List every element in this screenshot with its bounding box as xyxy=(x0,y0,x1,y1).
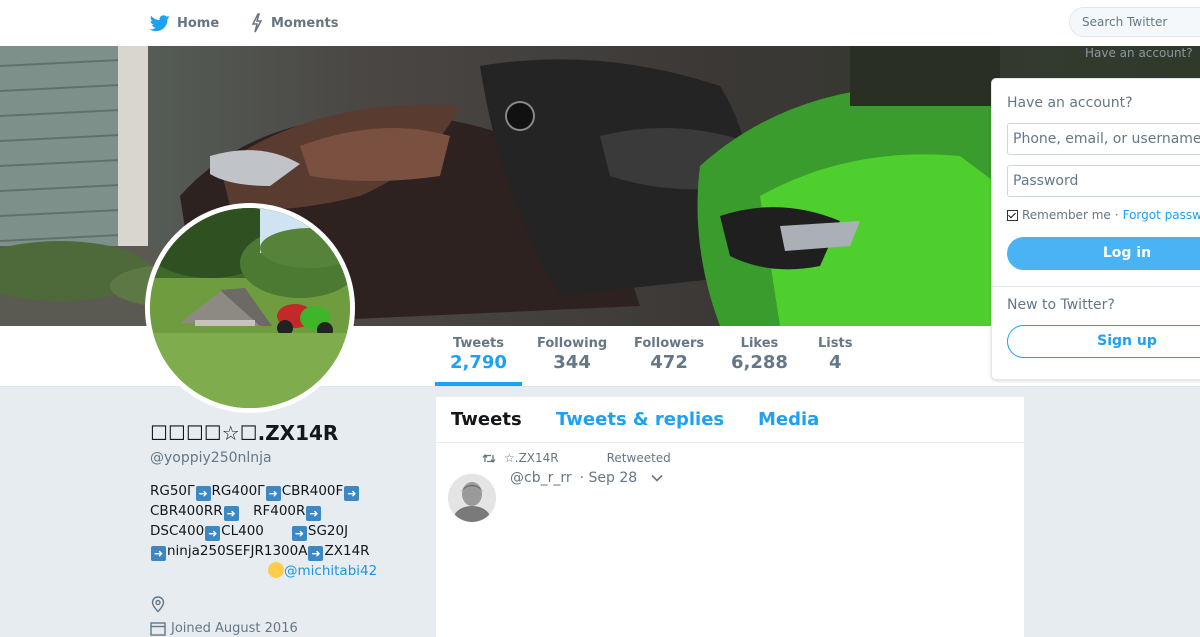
stat-label: Tweets xyxy=(452,336,504,351)
remember-row: Remember me · Forgot password? xyxy=(1007,208,1200,222)
retweet-context: ☆.ZX14R Retweeted xyxy=(482,451,671,465)
tweet-author-handle[interactable]: @cb_r_rr xyxy=(510,470,572,486)
stat-likes[interactable]: Likes 6,288 xyxy=(731,336,788,373)
stat-value: 4 xyxy=(828,352,842,373)
arrow-right-emoji-icon: ➜ xyxy=(151,546,166,561)
phone-email-username-field[interactable]: Phone, email, or username xyxy=(1007,123,1200,155)
arrow-right-emoji-icon: ➜ xyxy=(205,526,221,541)
top-navigation-bar: Home Moments Search Twitter xyxy=(0,0,1200,47)
bio-line: RG50Γ ➜ RG400Γ ➜ CBR400F ➜ xyxy=(150,481,390,501)
stat-lists[interactable]: Lists 4 xyxy=(818,336,852,373)
stat-label: Likes xyxy=(740,336,779,351)
sweat-smile-emoji-icon xyxy=(268,562,284,578)
bio-text: ninja250SEFJR1300A xyxy=(167,543,308,559)
retweeted-by[interactable]: ☆.ZX14R xyxy=(504,451,559,465)
divider xyxy=(992,286,1200,287)
bio-text: DSC400 xyxy=(150,523,205,539)
sign-up-button[interactable]: Sign up xyxy=(1007,325,1200,358)
stat-tweets[interactable]: Tweets 2,790 xyxy=(450,336,507,373)
login-dropdown: Have an account? Phone, email, or userna… xyxy=(991,78,1200,380)
bio-mention-link[interactable]: @michitabi42 xyxy=(284,563,377,579)
arrow-right-emoji-icon: ➜ xyxy=(308,546,324,561)
arrow-right-emoji-icon: ➜ xyxy=(291,526,307,541)
bio-text: CL400 xyxy=(221,523,291,539)
profile-name[interactable]: ☐☐☐☐☆☐.ZX14R xyxy=(150,421,338,445)
chevron-down-icon[interactable] xyxy=(651,470,663,486)
profile-bio: RG50Γ ➜ RG400Γ ➜ CBR400F ➜ CBR400RR ➜ RF400R ➜ … xyxy=(150,481,390,581)
forgot-password-link[interactable]: Forgot password? xyxy=(1123,208,1200,222)
active-stat-underline xyxy=(435,382,522,386)
stat-followers[interactable]: Followers 472 xyxy=(634,336,704,373)
bio-text: CBR400F xyxy=(281,483,344,499)
stat-value: 2,790 xyxy=(450,352,507,373)
retweet-icon xyxy=(482,453,496,463)
stat-label: Following xyxy=(537,336,608,351)
remember-me-label[interactable]: Remember me xyxy=(1022,208,1111,222)
retweeted-label: Retweeted xyxy=(606,451,671,465)
login-title: Have an account? xyxy=(1007,95,1133,111)
bio-text: RG50Γ xyxy=(150,483,195,499)
stat-label: Followers xyxy=(634,336,705,351)
arrow-right-emoji-icon: ➜ xyxy=(265,486,281,501)
stat-value: 344 xyxy=(553,352,591,373)
password-placeholder: Password xyxy=(1013,173,1079,189)
bio-text: RF400R xyxy=(239,503,306,519)
joined-text: Joined August 2016 xyxy=(171,621,298,636)
nav-moments[interactable]: Moments xyxy=(250,0,338,46)
nav-home-label: Home xyxy=(177,15,220,31)
joined-date: Joined August 2016 xyxy=(150,621,298,636)
search-input[interactable]: Search Twitter xyxy=(1069,7,1200,37)
phone-placeholder: Phone, email, or username xyxy=(1013,131,1200,147)
arrow-right-emoji-icon: ➜ xyxy=(306,506,322,521)
timeline: Tweets Tweets & replies Media ☆.ZX14R Re… xyxy=(436,397,1024,637)
arrow-right-emoji-icon: ➜ xyxy=(223,506,239,521)
log-in-button[interactable]: Log in xyxy=(1007,237,1200,270)
have-account-link[interactable]: Have an account? xyxy=(1085,46,1193,60)
remember-me-checkbox[interactable] xyxy=(1007,209,1018,221)
password-field[interactable]: Password xyxy=(1007,165,1200,197)
separator: · xyxy=(1114,208,1119,222)
arrow-right-emoji-icon: ➜ xyxy=(195,486,211,501)
tab-media[interactable]: Media xyxy=(758,409,819,430)
bio-text: RG400Γ xyxy=(211,483,265,499)
tab-tweets[interactable]: Tweets xyxy=(451,409,522,430)
bio-line: DSC400 ➜ CL400 ➜ SG20J xyxy=(150,521,390,541)
bio-line: CBR400RR ➜ RF400R ➜ xyxy=(150,501,390,521)
bio-text: ZX14R xyxy=(324,543,370,559)
tweet-header: @cb_r_rr · Sep 28 xyxy=(510,470,663,486)
timeline-tabs: Tweets Tweets & replies Media xyxy=(436,397,1024,443)
calendar-icon xyxy=(150,622,166,636)
location-pin-icon xyxy=(150,596,166,617)
stat-label: Lists xyxy=(818,336,853,351)
stat-value: 6,288 xyxy=(731,352,788,373)
lightning-icon xyxy=(251,13,263,33)
tab-tweets-replies[interactable]: Tweets & replies xyxy=(556,409,724,430)
arrow-right-emoji-icon: ➜ xyxy=(344,486,360,501)
bio-text: CBR400RR xyxy=(150,503,223,519)
profile-handle[interactable]: @yoppiy250nlnja xyxy=(150,450,272,466)
bio-text: SG20J xyxy=(307,523,349,539)
stat-value: 472 xyxy=(650,352,688,373)
tweet-timestamp[interactable]: · Sep 28 xyxy=(580,470,638,486)
avatar-image xyxy=(150,208,350,408)
tweet-author-avatar[interactable] xyxy=(448,474,496,522)
new-to-twitter-label: New to Twitter? xyxy=(1007,297,1115,313)
bio-line: @michitabi42 xyxy=(150,561,390,581)
profile-avatar[interactable] xyxy=(145,203,355,413)
twitter-bird-icon xyxy=(150,14,170,31)
nav-home[interactable]: Home xyxy=(150,0,219,46)
nav-moments-label: Moments xyxy=(271,15,339,31)
bio-line: ➜ ninja250SEFJR1300A ➜ ZX14R xyxy=(150,541,390,561)
search-placeholder: Search Twitter xyxy=(1082,15,1168,29)
stat-following[interactable]: Following 344 xyxy=(537,336,607,373)
